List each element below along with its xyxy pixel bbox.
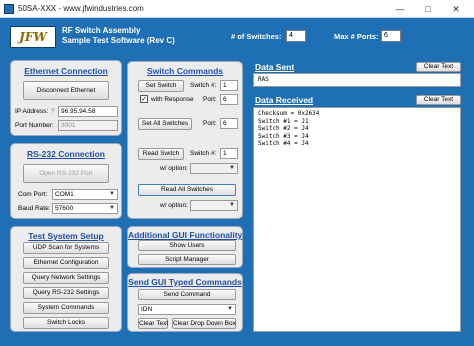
- set-switch-button[interactable]: Set Switch: [138, 80, 184, 92]
- option2-label: w/ option:: [160, 202, 188, 209]
- send-command-button[interactable]: Send Command: [138, 289, 236, 300]
- typed-commands-panel: Send GUI Typed Commands Send Command IDN…: [127, 273, 243, 332]
- data-received-title: Data Received: [255, 95, 314, 105]
- set-all-switches-button[interactable]: Set All Switches: [138, 118, 192, 130]
- script-manager-button[interactable]: Script Manager: [138, 254, 236, 265]
- test-system-setup-panel: Test System Setup UDP Scan for Systems E…: [10, 226, 122, 332]
- gui-functionality-panel: Additional GUI Functionality Show Users …: [127, 226, 243, 268]
- clear-sent-button[interactable]: Clear Text: [416, 62, 461, 72]
- port-field[interactable]: 6: [220, 94, 238, 105]
- typed-commands-title: Send GUI Typed Commands: [128, 277, 242, 287]
- rs232-panel: RS-232 Connection Open RS-232 Port Com P…: [10, 143, 122, 219]
- data-sent-title: Data Sent: [255, 62, 295, 72]
- show-users-button[interactable]: Show Users: [138, 240, 236, 251]
- read-switch-button[interactable]: Read Switch: [138, 148, 184, 160]
- switch-commands-title: Switch Commands: [146, 66, 224, 76]
- udp-scan-button[interactable]: UDP Scan for Systems: [23, 242, 109, 254]
- window-titlebar: 50SA-XXX - www.jfwindustries.com — □ ✕: [0, 0, 474, 18]
- switch-locks-button[interactable]: Switch Locks: [23, 317, 109, 329]
- query-rs232-settings-button[interactable]: Query RS-232 Settings: [23, 287, 109, 299]
- company-logo: JFW: [10, 26, 56, 48]
- ip-prefix: ?: [51, 108, 55, 115]
- test-system-setup-title: Test System Setup: [28, 231, 104, 241]
- set-all-port-label: Port:: [203, 120, 217, 127]
- data-received-textbox[interactable]: Checksum = 0x2634 Switch #1 = J1 Switch …: [253, 107, 461, 332]
- baud-rate-label: Baud Rate:: [18, 205, 51, 212]
- ethernet-panel: Ethernet Connection Disconnect Ethernet …: [10, 60, 122, 136]
- with-response-checkbox[interactable]: ✓: [140, 95, 148, 103]
- received-line: Switch #1 = J1: [258, 117, 309, 125]
- maximize-icon[interactable]: □: [414, 0, 442, 18]
- com-port-label: Com Port:: [18, 191, 48, 198]
- data-sent-content: RAS: [258, 76, 269, 83]
- ethernet-title: Ethernet Connection: [24, 66, 108, 76]
- option1-select[interactable]: ▼: [190, 163, 238, 174]
- app-title-line1: RF Switch Assembly: [62, 26, 141, 35]
- app-icon: [4, 4, 14, 14]
- port-number-field[interactable]: 3001: [58, 120, 118, 131]
- ip-address-label: IP Address:: [15, 108, 49, 115]
- typed-command-select[interactable]: IDN ▼: [138, 304, 236, 315]
- chevron-down-icon: ▼: [109, 205, 115, 211]
- com-port-value: COM1: [55, 191, 74, 198]
- switch-commands-panel: Switch Commands Set Switch Switch #: 1 ✓…: [127, 61, 243, 219]
- gui-functionality-title: Additional GUI Functionality: [128, 230, 243, 240]
- port-label: Port:: [203, 96, 217, 103]
- read-all-switches-button[interactable]: Read All Switches: [138, 184, 236, 196]
- rs232-title: RS-232 Connection: [27, 149, 105, 159]
- received-line: Switch #3 = J4: [258, 132, 309, 140]
- option2-select[interactable]: ▼: [190, 200, 238, 211]
- port-number-label: Port Number:: [15, 122, 54, 129]
- clear-text-button[interactable]: Clear Text: [138, 318, 168, 329]
- with-response-label: with Response: [151, 96, 194, 103]
- received-line: Switch #4 = J4: [258, 140, 309, 148]
- baud-rate-value: 57600: [55, 205, 74, 212]
- received-line: Checksum = 0x2634: [258, 110, 320, 117]
- system-commands-button[interactable]: System Commands: [23, 302, 109, 314]
- option1-label: w/ option:: [160, 165, 188, 172]
- set-all-port-field[interactable]: 6: [220, 118, 238, 129]
- max-ports-label: Max # Ports:: [334, 32, 379, 41]
- chevron-down-icon: ▼: [109, 191, 115, 197]
- chevron-down-icon: ▼: [227, 306, 233, 312]
- clear-received-button[interactable]: Clear Text: [416, 95, 461, 105]
- switch-number-field[interactable]: 1: [220, 80, 238, 91]
- clear-drop-down-button[interactable]: Clear Drop Down Box: [172, 318, 236, 329]
- window-title: 50SA-XXX - www.jfwindustries.com: [18, 4, 144, 13]
- baud-rate-select[interactable]: 57600 ▼: [52, 203, 118, 214]
- open-rs232-button[interactable]: Open RS-232 Port: [23, 164, 109, 183]
- typed-command-value: IDN: [141, 306, 153, 313]
- read-switch-number-label: Switch #:: [190, 150, 217, 157]
- num-switches-field[interactable]: 4: [286, 30, 306, 42]
- num-switches-label: # of Switches:: [231, 32, 282, 41]
- app-title: RF Switch Assembly Sample Test Software …: [62, 26, 175, 46]
- max-ports-field[interactable]: 6: [381, 30, 401, 42]
- query-network-settings-button[interactable]: Query Network Settings: [23, 272, 109, 284]
- com-port-select[interactable]: COM1 ▼: [52, 189, 118, 200]
- app-title-line2: Sample Test Software (Rev C): [62, 36, 175, 45]
- data-sent-textbox[interactable]: RAS: [253, 73, 461, 87]
- minimize-icon[interactable]: —: [386, 0, 414, 18]
- chevron-down-icon: ▼: [229, 165, 235, 171]
- close-icon[interactable]: ✕: [442, 0, 470, 18]
- received-line: Switch #2 = J4: [258, 125, 309, 133]
- read-switch-number-field[interactable]: 1: [220, 148, 238, 159]
- ethernet-configuration-button[interactable]: Ethernet Configuration: [23, 257, 109, 269]
- ip-address-field[interactable]: 96.95.94.58: [58, 106, 118, 117]
- chevron-down-icon: ▼: [229, 202, 235, 208]
- switch-number-label: Switch #:: [190, 82, 217, 89]
- disconnect-ethernet-button[interactable]: Disconnect Ethernet: [23, 81, 109, 100]
